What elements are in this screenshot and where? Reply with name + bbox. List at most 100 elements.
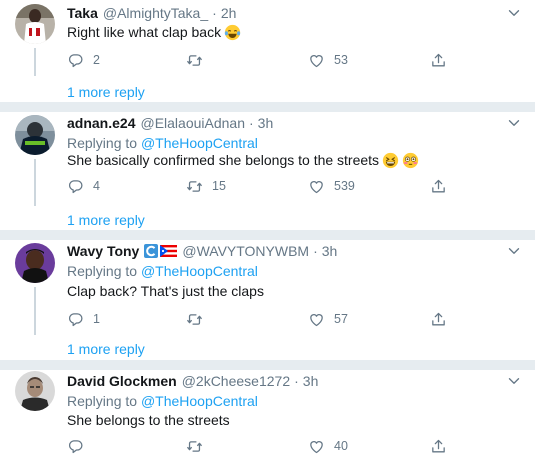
tweet-text-content: She belongs to the streets [67,412,230,428]
reply-button[interactable]: 2 [67,50,100,70]
avatar-taka[interactable] [15,4,55,44]
tweet-actions: 1 57 [67,309,457,329]
heart-icon [308,52,325,69]
replying-to-prefix: Replying to [67,263,138,279]
tweet-separator [0,360,535,370]
tweet-header: Taka @AlmightyTaka_ · 2h [67,4,495,22]
separator-dot: · [294,373,299,389]
timestamp[interactable]: 3h [303,372,319,390]
avatar-wavy-tony[interactable] [15,243,55,283]
separator-dot: · [313,243,318,259]
grinning-squinting-face-icon [382,152,399,168]
timestamp[interactable]: 3h [322,242,338,260]
tweet-text: She basically confirmed she belongs to t… [67,150,515,170]
retweet-icon [186,438,203,455]
replying-to-mention[interactable]: @TheHoopCentral [141,393,258,409]
tweet-separator [0,230,535,240]
display-name[interactable]: adnan.e24 [67,114,135,132]
tweet-header: David Glockmen @2kCheese1272 · 3h [67,372,495,390]
face-with-tears-of-joy-icon [224,24,241,40]
reply-button[interactable] [67,436,93,456]
retweet-button[interactable] [186,50,212,70]
avatar-david-glockmen[interactable] [15,371,55,411]
thread-line [34,48,36,76]
share-icon [430,438,447,455]
tweet-text: Right like what clap back [67,22,515,42]
tweet-separator [0,102,535,112]
more-replies-link[interactable]: 1 more reply [67,340,145,358]
separator-dot: · [212,5,217,21]
timestamp[interactable]: 3h [258,114,274,132]
chevron-down-icon[interactable] [505,372,523,390]
display-name[interactable]: Wavy Tony [67,242,139,260]
reply-count: 4 [93,179,100,193]
user-handle[interactable]: @ElalaouiAdnan [140,114,245,132]
replying-to-prefix: Replying to [67,393,138,409]
like-count: 53 [334,53,348,67]
tweet-header: Wavy Tony @WAVYTONYWBM · 3h [67,242,495,260]
like-count: 40 [334,439,348,453]
reply-icon [67,311,84,328]
like-count: 57 [334,312,348,326]
puerto-rico-flag-icon [160,245,178,257]
like-button[interactable]: 40 [308,436,348,456]
share-button[interactable] [430,309,447,329]
user-handle[interactable]: @2kCheese1272 [182,372,290,390]
share-button[interactable] [430,176,447,196]
reply-button[interactable]: 4 [67,176,100,196]
display-name[interactable]: David Glockmen [67,372,177,390]
tweet-actions: 2 53 [67,50,457,70]
retweet-button[interactable] [186,309,212,329]
crescent-c-icon [144,244,159,258]
tweet-actions: 40 [67,436,457,456]
retweet-icon [186,52,203,69]
tweet-text: She belongs to the streets [67,410,515,430]
replying-to: Replying to @TheHoopCentral [67,392,258,410]
reply-count: 2 [93,53,100,67]
share-button[interactable] [430,50,447,70]
replying-to-mention[interactable]: @TheHoopCentral [141,135,258,151]
avatar-adnan[interactable] [15,115,55,155]
retweet-button[interactable]: 15 [186,176,226,196]
like-button[interactable]: 539 [308,176,355,196]
retweet-icon [186,311,203,328]
replying-to: Replying to @TheHoopCentral [67,262,258,280]
flushed-face-icon [402,152,419,168]
thread-line [34,287,36,335]
user-handle[interactable]: @AlmightyTaka_ [103,4,208,22]
retweet-button[interactable] [186,436,212,456]
tweet-text-content: She basically confirmed she belongs to t… [67,152,380,168]
tweet-2[interactable]: adnan.e24 @ElalaouiAdnan · 3h Replying t… [0,112,535,230]
share-icon [430,52,447,69]
more-replies-link[interactable]: 1 more reply [67,211,145,229]
like-button[interactable]: 57 [308,309,348,329]
replying-to-prefix: Replying to [67,135,138,151]
reply-button[interactable]: 1 [67,309,100,329]
heart-icon [308,438,325,455]
more-replies-link[interactable]: 1 more reply [67,83,145,101]
heart-icon [308,311,325,328]
timestamp[interactable]: 2h [221,4,237,22]
reply-icon [67,52,84,69]
name-emoji-badges [144,244,178,258]
share-icon [430,178,447,195]
like-count: 539 [334,179,355,193]
heart-icon [308,178,325,195]
like-button[interactable]: 53 [308,50,348,70]
chevron-down-icon[interactable] [505,114,523,132]
tweet-3[interactable]: Wavy Tony @WAVYTONYWBM · 3h Replying to … [0,240,535,360]
share-button[interactable] [430,436,447,456]
share-icon [430,311,447,328]
tweet-header: adnan.e24 @ElalaouiAdnan · 3h [67,114,495,132]
tweet-1[interactable]: Taka @AlmightyTaka_ · 2h Right like what… [0,0,535,100]
separator-dot: · [249,115,254,131]
tweet-text: Clap back? That's just the claps [67,281,515,301]
retweet-count: 15 [212,179,226,193]
replying-to-mention[interactable]: @TheHoopCentral [141,263,258,279]
chevron-down-icon[interactable] [505,242,523,260]
thread-line [34,159,36,206]
user-handle[interactable]: @WAVYTONYWBM [182,242,309,260]
display-name[interactable]: Taka [67,4,98,22]
tweet-4[interactable]: David Glockmen @2kCheese1272 · 3h Replyi… [0,370,535,462]
chevron-down-icon[interactable] [505,4,523,22]
